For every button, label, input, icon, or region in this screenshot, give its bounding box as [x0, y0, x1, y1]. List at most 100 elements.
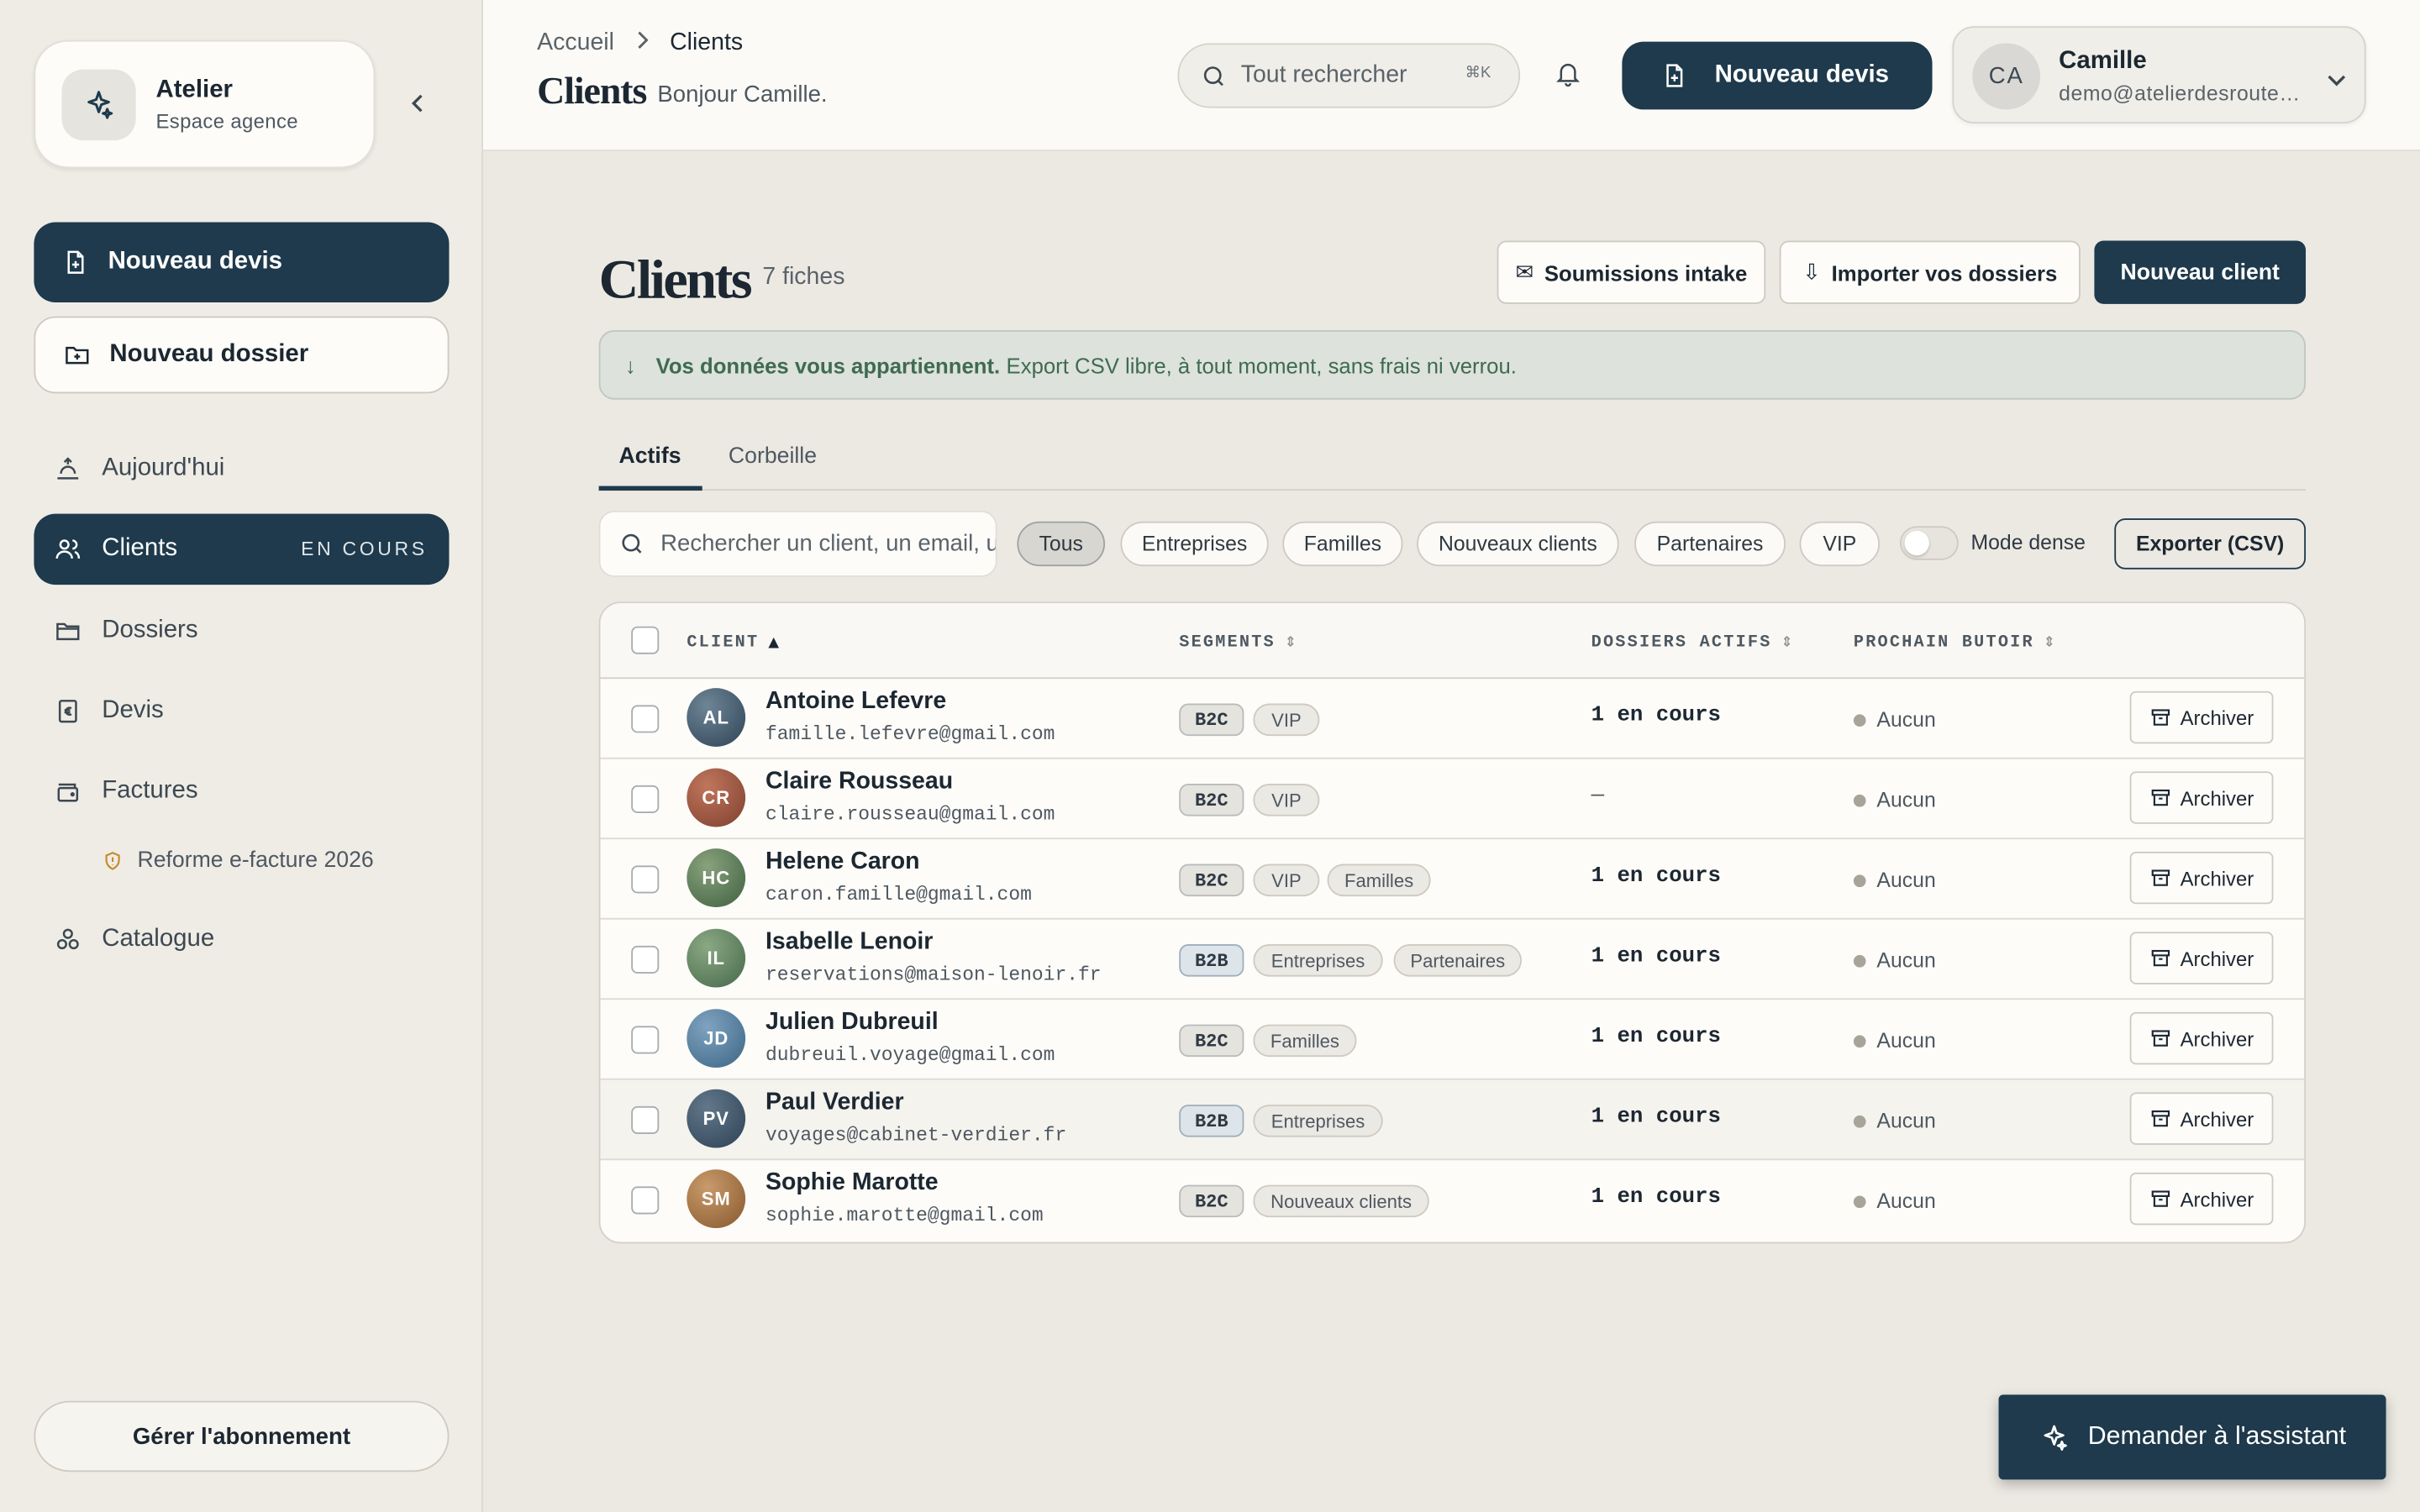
active-folders: 1 en cours [1591, 703, 1721, 728]
client-name[interactable]: Paul Verdier [765, 1089, 904, 1117]
euro-document-icon [58, 700, 77, 723]
breadcrumb-home[interactable]: Accueil [537, 29, 614, 57]
manage-subscription-button[interactable]: Gérer l'abonnement [34, 1400, 450, 1473]
collapse-sidebar-icon[interactable] [404, 90, 432, 118]
client-search-input[interactable]: Rechercher un client, un email, un télép… [598, 510, 997, 577]
client-name[interactable]: Claire Rousseau [765, 769, 953, 796]
global-search-input[interactable]: Tout rechercher ⌘K [1177, 43, 1521, 108]
column-header-due[interactable]: PROCHAIN BUTOIR ⇕ [1854, 634, 2057, 653]
dense-mode-toggle[interactable] [1899, 526, 1959, 560]
segment-tag: Familles [1253, 1024, 1357, 1058]
file-plus-icon [67, 250, 84, 274]
tab-bar: Actifs Corbeille [598, 429, 2307, 491]
sidebar-item-invoices[interactable]: Factures [34, 756, 449, 827]
archive-label: Archiver [2180, 1026, 2254, 1050]
brand-card[interactable]: Atelier Espace agence [34, 39, 376, 169]
header-new-quote-button[interactable]: Nouveau devis [1622, 41, 1933, 110]
filter-chip-vip[interactable]: VIP [1799, 521, 1881, 567]
sidebar-item-label: Clients [102, 535, 178, 562]
catalog-icon [56, 928, 79, 950]
table-row[interactable]: PV Paul Verdier voyages@cabinet-verdier.… [600, 1079, 2305, 1161]
archive-button[interactable]: Archiver [2129, 690, 2274, 744]
export-csv-button[interactable]: Exporter (CSV) [2114, 518, 2307, 570]
sidebar-item-clients[interactable]: Clients EN COURS [34, 513, 450, 585]
sidebar-item-reform[interactable]: Reforme e-facture 2026 [102, 848, 374, 874]
column-header-label: CLIENT [687, 633, 760, 653]
row-checkbox[interactable] [631, 865, 660, 894]
next-deadline-value: Aucun [1876, 869, 1936, 892]
filter-chip-new-clients[interactable]: Nouveaux clients [1417, 521, 1619, 567]
client-name[interactable]: Antoine Lefevre [765, 688, 946, 716]
next-deadline-value: Aucun [1876, 1189, 1936, 1213]
archive-button[interactable]: Archiver [2129, 771, 2274, 824]
table-row[interactable]: AL Antoine Lefevre famille.lefevre@gmail… [600, 679, 2305, 759]
new-quote-button[interactable]: Nouveau devis [34, 222, 450, 302]
table-row[interactable]: JD Julien Dubreuil dubreuil.voyage@gmail… [600, 1000, 2305, 1080]
column-header-folders[interactable]: DOSSIERS ACTIFS ⇕ [1591, 634, 1795, 653]
user-menu[interactable]: CA Camille demo@atelierdesroutes.fr [1952, 26, 2366, 123]
client-email: famille.lefevre@gmail.com [765, 723, 1055, 746]
tab-trash[interactable]: Corbeille [729, 444, 817, 469]
table-row[interactable]: IL Isabelle Lenoir reservations@maison-l… [600, 920, 2305, 1000]
main-content: Clients 7 fiches ✉ Soumissions intake ⇩ … [483, 151, 2420, 1512]
sidebar-item-label: Catalogue [102, 926, 215, 953]
sidebar: Atelier Espace agence Nouveau devis Nouv… [0, 0, 483, 1512]
row-checkbox[interactable] [631, 705, 660, 733]
table-row[interactable]: CR Claire Rousseau claire.rousseau@gmail… [600, 759, 2305, 840]
client-name[interactable]: Helene Caron [765, 848, 920, 876]
archive-button[interactable]: Archiver [2129, 932, 2274, 984]
client-type-tag: B2C [1179, 1024, 1244, 1058]
row-checkbox[interactable] [631, 1026, 660, 1054]
chevron-right-icon [636, 29, 649, 57]
client-email: voyages@cabinet-verdier.fr [765, 1124, 1067, 1147]
row-checkbox[interactable] [631, 945, 660, 974]
sidebar-item-label: Devis [102, 697, 164, 724]
archive-label: Archiver [2180, 706, 2254, 729]
import-folders-button[interactable]: ⇩ Importer vos dossiers [1779, 240, 2081, 304]
column-header-label: DOSSIERS ACTIFS [1591, 633, 1772, 653]
archive-icon [2151, 869, 2170, 886]
filter-chip-partners[interactable]: Partenaires [1634, 521, 1786, 567]
client-search-placeholder: Rechercher un client, un email, un télép… [660, 530, 996, 558]
row-checkbox[interactable] [631, 1105, 660, 1134]
intake-submissions-button[interactable]: ✉ Soumissions intake [1497, 240, 1766, 304]
filter-chip-companies[interactable]: Entreprises [1120, 521, 1269, 567]
ask-assistant-button[interactable]: Demander à l'assistant [1998, 1394, 2386, 1480]
client-name[interactable]: Julien Dubreuil [765, 1009, 939, 1037]
sidebar-item-label: Aujourd'hui [102, 454, 225, 482]
row-checkbox[interactable] [631, 1186, 660, 1215]
client-email: caron.famille@gmail.com [765, 884, 1032, 906]
app-root: Atelier Espace agence Nouveau devis Nouv… [0, 0, 2420, 1512]
select-all-checkbox[interactable] [631, 626, 660, 654]
client-type-tag: B2C [1179, 864, 1244, 897]
archive-button[interactable]: Archiver [2129, 1172, 2274, 1226]
table-row[interactable]: HC Helene Caron caron.famille@gmail.com … [600, 839, 2305, 920]
status-badge: EN COURS [301, 538, 428, 560]
new-client-button[interactable]: Nouveau client [2094, 240, 2307, 304]
intake-submissions-label: Soumissions intake [1544, 260, 1748, 285]
new-folder-button[interactable]: Nouveau dossier [34, 316, 450, 394]
sidebar-item-catalog[interactable]: Catalogue [34, 904, 449, 974]
tab-active[interactable]: Actifs [619, 444, 681, 469]
archive-icon [2151, 949, 2170, 967]
row-checkbox[interactable] [631, 785, 660, 813]
client-name[interactable]: Sophie Marotte [765, 1169, 939, 1197]
sidebar-item-folders[interactable]: Dossiers [34, 596, 449, 666]
filter-chip-families[interactable]: Familles [1282, 521, 1403, 567]
bell-icon[interactable] [1555, 59, 1582, 97]
sidebar-item-label: Factures [102, 777, 198, 804]
archive-button[interactable]: Archiver [2129, 1011, 2274, 1065]
archive-button[interactable]: Archiver [2129, 1092, 2274, 1145]
column-header-client[interactable]: CLIENT ▲ [687, 634, 781, 653]
filter-chip-all[interactable]: Tous [1017, 521, 1106, 567]
archive-button[interactable]: Archiver [2129, 851, 2274, 905]
next-deadline-value: Aucun [1876, 948, 1936, 973]
segment-tag: Entreprises [1253, 944, 1383, 977]
sidebar-item-today[interactable]: Aujourd'hui [34, 433, 449, 504]
client-name[interactable]: Isabelle Lenoir [765, 929, 933, 957]
column-header-segments[interactable]: SEGMENTS ⇕ [1179, 634, 1298, 653]
new-quote-label: Nouveau devis [108, 248, 283, 275]
table-row[interactable]: SM Sophie Marotte sophie.marotte@gmail.c… [600, 1160, 2304, 1241]
sidebar-item-quotes[interactable]: Devis [34, 675, 449, 746]
new-folder-label: Nouveau dossier [109, 340, 309, 368]
